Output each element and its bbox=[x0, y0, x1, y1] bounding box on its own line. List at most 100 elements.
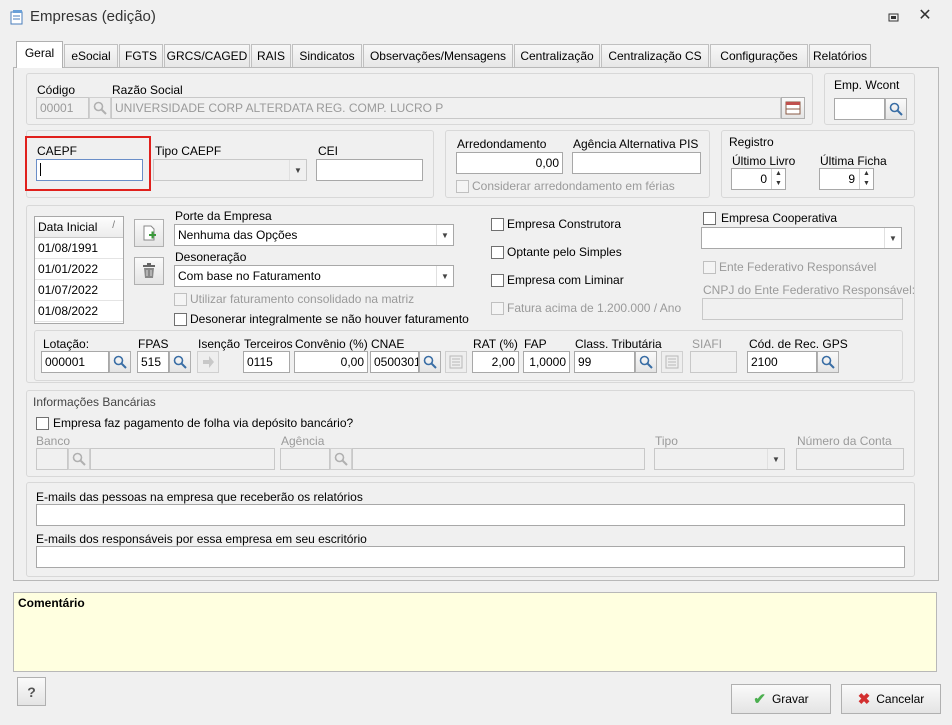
conta-field[interactable] bbox=[796, 448, 904, 470]
emails-responsaveis-field[interactable] bbox=[36, 546, 905, 568]
isencao-button[interactable] bbox=[197, 351, 219, 373]
tab-esocial[interactable]: eSocial bbox=[64, 44, 118, 67]
sort-icon: / bbox=[112, 220, 115, 231]
tab-rais[interactable]: RAIS bbox=[251, 44, 291, 67]
datas-header-label: Data Inicial bbox=[38, 220, 98, 234]
ente-checkbox[interactable] bbox=[703, 261, 716, 274]
delete-data-button[interactable] bbox=[134, 257, 164, 285]
banco-code-field[interactable] bbox=[36, 448, 68, 470]
search-icon bbox=[93, 101, 107, 115]
simples-checkbox[interactable] bbox=[491, 246, 504, 259]
tab-observa-es-mensagens[interactable]: Observações/Mensagens bbox=[363, 44, 513, 67]
datas-grid-header[interactable]: Data Inicial / bbox=[35, 217, 123, 238]
gravar-button[interactable]: ✔ Gravar bbox=[731, 684, 831, 714]
fatura-checkbox[interactable] bbox=[491, 302, 504, 315]
banco-name-field[interactable] bbox=[90, 448, 275, 470]
construtora-checkbox[interactable] bbox=[491, 218, 504, 231]
tipo-select[interactable]: ▼ bbox=[654, 448, 785, 470]
banco-search-button[interactable] bbox=[68, 448, 90, 470]
deposito-label: Empresa faz pagamento de folha via depós… bbox=[53, 416, 354, 430]
datas-row[interactable]: 01/01/2022 bbox=[35, 259, 123, 280]
tab-grcs-caged[interactable]: GRCS/CAGED bbox=[164, 44, 250, 67]
codigo-field[interactable]: 00001 bbox=[36, 97, 89, 119]
terceiros-field[interactable]: 0115 bbox=[243, 351, 290, 373]
datas-grid[interactable]: Data Inicial / 01/08/1991 01/01/2022 01/07… bbox=[34, 216, 124, 324]
ente-label: Ente Federativo Responsável bbox=[719, 260, 877, 274]
agencia-pis-field[interactable] bbox=[572, 152, 701, 174]
ficha-field[interactable]: 9 ▲ ▼ bbox=[819, 168, 874, 190]
agencia-search-button[interactable] bbox=[330, 448, 352, 470]
emails-responsaveis-label: E-mails dos responsáveis por essa empres… bbox=[36, 532, 367, 546]
cnpj-ente-field[interactable] bbox=[702, 298, 903, 320]
agencia-pis-label: Agência Alternativa PIS bbox=[573, 137, 699, 151]
porte-select[interactable]: Nenhuma das Opções ▼ bbox=[174, 224, 454, 246]
tab-configura-es[interactable]: Configurações bbox=[710, 44, 808, 67]
fpas-search-button[interactable] bbox=[169, 351, 191, 373]
cnae-search-button[interactable] bbox=[419, 351, 441, 373]
codrec-field[interactable]: 2100 bbox=[747, 351, 817, 373]
cancelar-button[interactable]: ✖ Cancelar bbox=[841, 684, 941, 714]
banco-label: Banco bbox=[36, 434, 71, 448]
desoneracao-select[interactable]: Com base no Faturamento ▼ bbox=[174, 265, 454, 287]
codrec-search-button[interactable] bbox=[817, 351, 839, 373]
utilizar-faturamento-label: Utilizar faturamento consolidado na matr… bbox=[190, 292, 415, 306]
agencia-name-field[interactable] bbox=[352, 448, 645, 470]
tab-fgts[interactable]: FGTS bbox=[119, 44, 163, 67]
tab-relat-rios[interactable]: Relatórios bbox=[809, 44, 871, 67]
desonerar-checkbox[interactable] bbox=[174, 313, 187, 326]
tab-centraliza-o[interactable]: Centralização bbox=[514, 44, 600, 67]
help-button[interactable]: ? bbox=[17, 677, 46, 706]
conta-label: Número da Conta bbox=[797, 434, 892, 448]
comentario-area[interactable]: Comentário bbox=[13, 592, 937, 672]
caepf-field[interactable] bbox=[36, 159, 143, 181]
ficha-spinner[interactable]: ▲ ▼ bbox=[859, 169, 873, 189]
datas-row[interactable]: 01/08/1991 bbox=[35, 238, 123, 259]
class-trib-search-button[interactable] bbox=[635, 351, 657, 373]
razao-calendar-button[interactable] bbox=[781, 97, 805, 119]
agencia-code-field[interactable] bbox=[280, 448, 330, 470]
deposito-checkbox[interactable] bbox=[36, 417, 49, 430]
livro-spinner[interactable]: ▲ ▼ bbox=[771, 169, 785, 189]
bancarias-title: Informações Bancárias bbox=[33, 395, 156, 409]
search-icon bbox=[72, 452, 86, 466]
restore-icon[interactable] bbox=[888, 11, 900, 23]
lotacao-search-button[interactable] bbox=[109, 351, 131, 373]
class-trib-field[interactable]: 99 bbox=[574, 351, 635, 373]
cooperativa-select[interactable]: ▼ bbox=[701, 227, 902, 249]
cooperativa-checkbox[interactable] bbox=[703, 212, 716, 225]
search-icon bbox=[173, 355, 187, 369]
datas-row[interactable]: 01/08/2022 bbox=[35, 301, 123, 322]
class-trib-list-button[interactable] bbox=[661, 351, 683, 373]
empwcont-field[interactable] bbox=[834, 98, 885, 120]
add-data-button[interactable] bbox=[134, 219, 164, 247]
cei-field[interactable] bbox=[316, 159, 423, 181]
cnae-list-button[interactable] bbox=[445, 351, 467, 373]
razao-social-field[interactable]: UNIVERSIDADE CORP ALTERDATA REG. COMP. L… bbox=[111, 97, 781, 119]
desoneracao-value: Com base no Faturamento bbox=[178, 269, 321, 283]
fpas-field[interactable]: 515 bbox=[137, 351, 169, 373]
convenio-field[interactable]: 0,00 bbox=[294, 351, 368, 373]
porte-value: Nenhuma das Opções bbox=[178, 228, 298, 242]
lotacao-field[interactable]: 000001 bbox=[41, 351, 109, 373]
empwcont-search-button[interactable] bbox=[885, 98, 907, 120]
considerar-arred-checkbox[interactable] bbox=[456, 180, 469, 193]
rat-field[interactable]: 2,00 bbox=[472, 351, 519, 373]
utilizar-faturamento-checkbox[interactable] bbox=[174, 293, 187, 306]
emails-relatorios-field[interactable] bbox=[36, 504, 905, 526]
tipo-label: Tipo bbox=[655, 434, 678, 448]
siafi-field[interactable] bbox=[690, 351, 737, 373]
tipo-caepf-select[interactable]: ▼ bbox=[153, 159, 307, 181]
tab-centraliza-o-cs[interactable]: Centralização CS bbox=[601, 44, 709, 67]
cnae-field[interactable]: 0500301 bbox=[370, 351, 419, 373]
close-icon[interactable]: ✕ bbox=[917, 8, 933, 24]
tab-sindicatos[interactable]: Sindicatos bbox=[292, 44, 362, 67]
codigo-search-button[interactable] bbox=[89, 97, 111, 119]
razao-label: Razão Social bbox=[112, 83, 183, 97]
livro-field[interactable]: 0 ▲ ▼ bbox=[731, 168, 786, 190]
search-icon bbox=[423, 355, 437, 369]
arred-field[interactable]: 0,00 bbox=[456, 152, 563, 174]
datas-row[interactable]: 01/07/2022 bbox=[35, 280, 123, 301]
liminar-checkbox[interactable] bbox=[491, 274, 504, 287]
fap-field[interactable]: 1,0000 bbox=[523, 351, 570, 373]
tab-geral[interactable]: Geral bbox=[16, 41, 63, 68]
